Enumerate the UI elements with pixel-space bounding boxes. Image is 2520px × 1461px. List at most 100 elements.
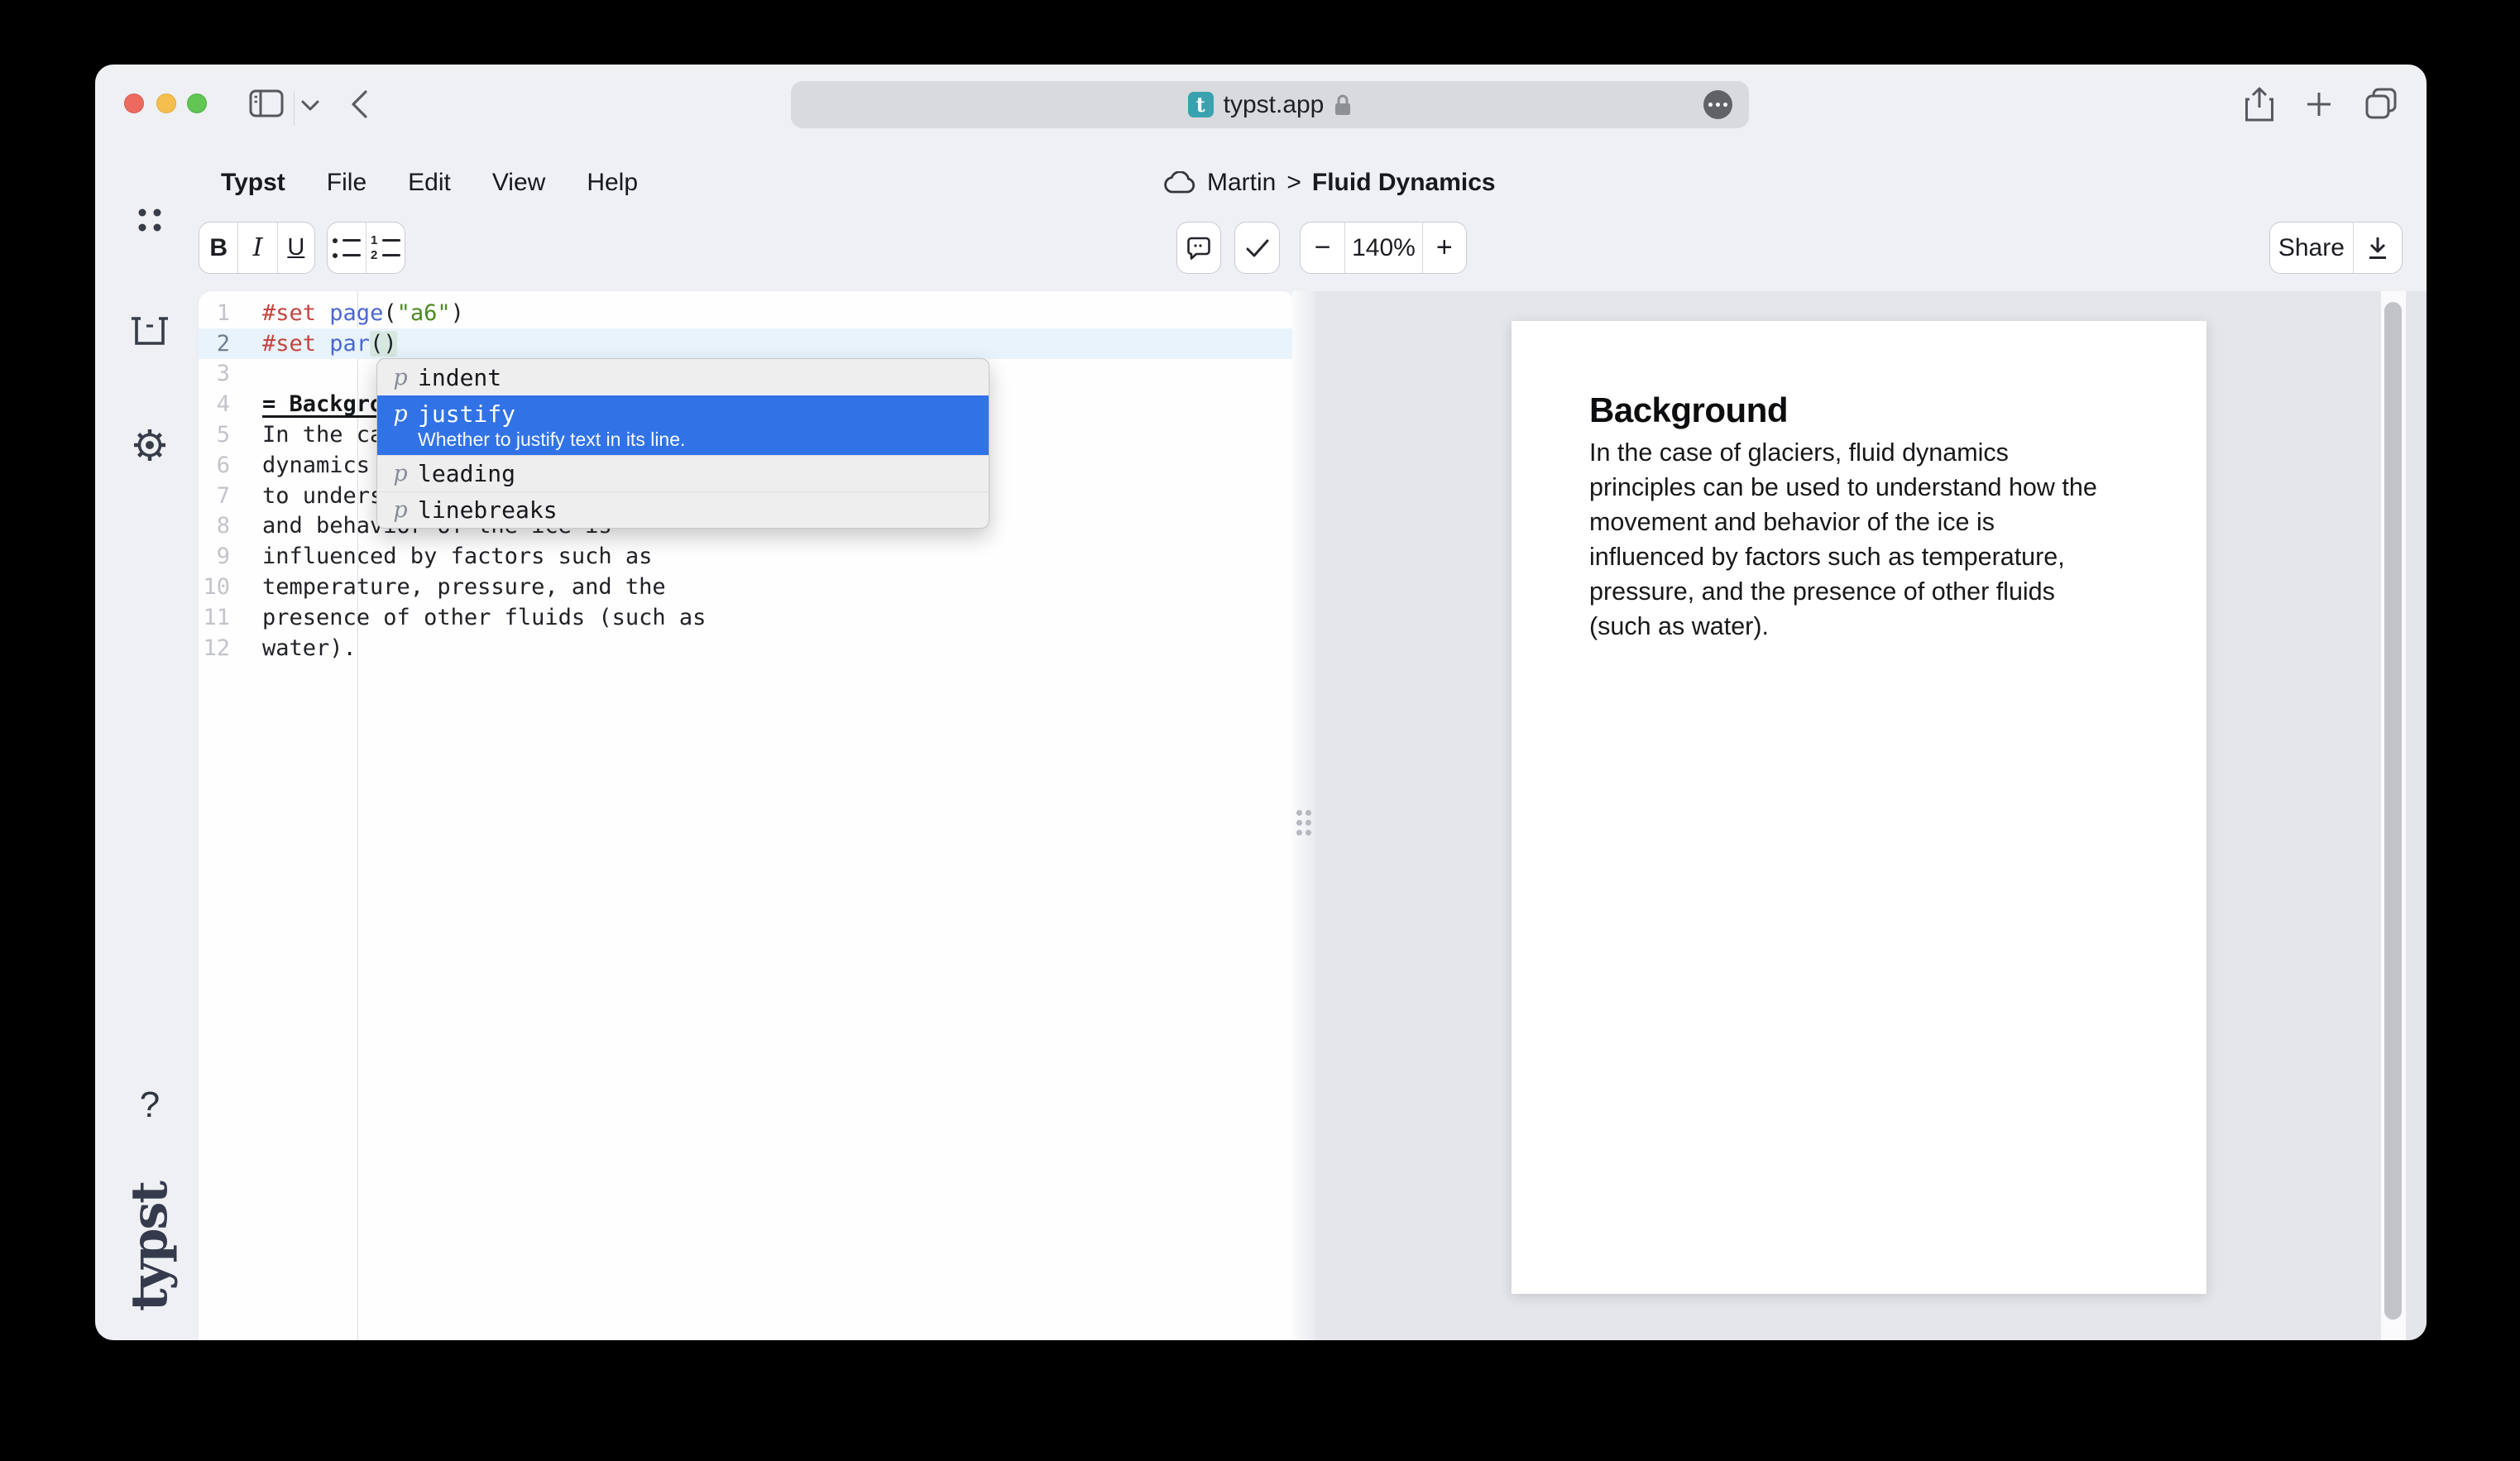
line-number: 8 [199,513,230,539]
param-icon: p [390,461,410,486]
autocomplete-label: leading [418,460,515,487]
italic-button[interactable]: I [237,223,276,273]
numbered-list-icon[interactable]: 1 2 [366,223,405,273]
line-number: 10 [199,574,230,600]
autocomplete-item-leading[interactable]: p leading [377,455,989,491]
ellipsis-icon[interactable] [1703,90,1732,119]
line-number: 1 [199,300,230,326]
check-button[interactable] [1234,222,1280,274]
comment-button[interactable] [1176,222,1221,274]
browser-window: t typst.app TypstFileEditViewHelp Mar [95,65,2427,1340]
list-group: 1 2 [327,222,405,274]
preview-body-line: principles can be used to understand how… [1589,470,2097,505]
breadcrumb[interactable]: Martin > Fluid Dynamics [1163,169,1496,197]
bold-button[interactable]: B [199,223,237,273]
bullet-list-icon[interactable] [328,223,366,273]
line-content: presence of other fluids (such as [230,605,706,630]
preview-pane: Background In the case of glaciers, flui… [1315,291,2427,1340]
line-number: 11 [199,605,230,630]
sidebar-toggle-icon[interactable] [249,89,284,117]
text-style-group: B I U [199,222,315,274]
preview-paragraph: In the case of glaciers, fluid dynamicsp… [1589,435,2097,644]
preview-scrollbar[interactable] [2381,291,2406,1340]
code-line-11[interactable]: 11presence of other fluids (such as [199,602,1292,633]
menu-typst[interactable]: Typst [221,169,285,197]
code-line-1[interactable]: 1#set page("a6") [199,298,1292,328]
autocomplete-popup: pindentpjustifyWhether to justify text i… [376,358,989,529]
line-number: 9 [199,544,230,569]
preview-body-line: influenced by factors such as temperatur… [1589,539,2097,574]
lock-icon [1334,93,1352,117]
zoom-controls: − 140% + [1300,222,1467,274]
share-mac-icon[interactable] [2245,86,2274,122]
autocomplete-description: Whether to justify text in its line. [418,429,989,451]
share-button[interactable]: Share [2270,223,2353,273]
drag-handle-icon[interactable] [1296,810,1311,835]
preview-body-line: movement and behavior of the ice is [1589,505,2097,539]
help-button[interactable]: ? [120,1075,180,1135]
breadcrumb-workspace[interactable]: Martin [1207,169,1276,197]
menu-edit[interactable]: Edit [408,169,451,197]
code-line-12[interactable]: 12water). [199,633,1292,663]
preview-page: Background In the case of glaciers, flui… [1512,321,2206,1294]
zoom-level[interactable]: 140% [1344,223,1421,273]
minimize-window-button[interactable] [156,93,176,113]
tab-overview-icon[interactable] [2365,88,2397,119]
scrollbar-thumb[interactable] [2384,302,2402,1320]
code-line-10[interactable]: 10temperature, pressure, and the [199,572,1292,602]
chevron-down-icon[interactable] [300,99,320,112]
check-icon [1245,238,1270,258]
settings-gear-icon[interactable] [120,415,180,475]
param-icon: p [390,365,410,390]
breadcrumb-document: Fluid Dynamics [1312,169,1496,197]
param-icon: p [390,401,410,427]
cloud-icon [1163,171,1196,194]
line-content: water). [230,635,357,661]
code-line-9[interactable]: 9influenced by factors such as [199,541,1292,572]
titlebar-divider [294,91,295,126]
param-icon: p [390,497,410,523]
autocomplete-item-indent[interactable]: pindent [377,359,989,395]
line-number: 5 [199,422,230,448]
apps-grid-icon[interactable] [120,190,180,250]
menu-file[interactable]: File [327,169,367,197]
underline-button[interactable]: U [277,223,314,273]
menu-help[interactable]: Help [587,169,638,197]
autocomplete-label: indent [418,364,501,391]
line-content: #set page("a6") [230,300,464,326]
autocomplete-label: justify [418,400,515,428]
template-box-icon[interactable] [120,301,180,361]
pane-divider[interactable] [1292,291,1315,1340]
preview-body-line: (such as water). [1589,609,2097,644]
browser-titlebar: t typst.app [95,65,2427,154]
address-bar[interactable]: t typst.app [791,81,1749,128]
line-number: 12 [199,635,230,661]
preview-body-line: pressure, and the presence of other flui… [1589,574,2097,609]
line-content: #set par() [230,331,397,357]
zoom-in-button[interactable]: + [1422,223,1466,273]
close-window-button[interactable] [124,93,144,113]
code-line-2[interactable]: 2#set par() [199,328,1292,359]
share-group: Share [2269,222,2403,274]
typst-logo: typst [122,1187,178,1311]
line-number: 7 [199,483,230,509]
new-tab-icon[interactable] [2306,91,2332,117]
download-icon [2367,236,2388,261]
preview-heading: Background [1589,390,1788,430]
autocomplete-item-linebreaks[interactable]: p linebreaks [377,491,989,528]
autocomplete-item-justify[interactable]: p justifyWhether to justify text in its l… [377,395,989,455]
menu-bar: Typst File Edit View Help [221,169,638,197]
line-content: temperature, pressure, and the [230,574,666,600]
download-button[interactable] [2353,223,2402,273]
menu-view[interactable]: View [492,169,545,197]
comment-icon [1186,236,1211,261]
zoom-out-button[interactable]: − [1301,223,1344,273]
line-number: 2 [199,331,230,357]
breadcrumb-separator: > [1286,169,1301,197]
back-icon[interactable] [348,89,370,119]
autocomplete-label: linebreaks [418,496,558,524]
url-text: typst.app [1224,91,1325,119]
preview-body-line: In the case of glaciers, fluid dynamics [1589,435,2097,470]
line-number: 3 [199,361,230,386]
zoom-window-button[interactable] [187,93,207,113]
